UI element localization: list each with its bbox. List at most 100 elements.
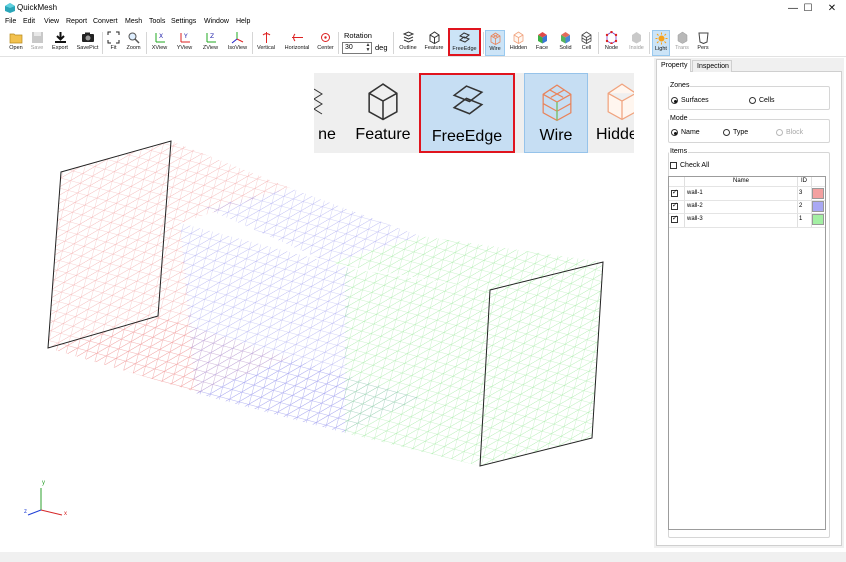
camera-icon bbox=[81, 32, 94, 42]
fit-icon bbox=[107, 31, 120, 44]
row-checkbox[interactable] bbox=[671, 201, 678, 210]
menu-bar: File Edit View Report Convert Mesh Tools… bbox=[0, 17, 846, 29]
menu-report[interactable]: Report bbox=[66, 18, 87, 25]
status-bar bbox=[0, 552, 846, 562]
savepict-button[interactable]: SavePict bbox=[74, 30, 101, 56]
menu-mesh[interactable]: Mesh bbox=[125, 18, 142, 25]
tab-inspection[interactable]: Inspection bbox=[692, 60, 732, 72]
horizontal-button[interactable]: Horizontal bbox=[282, 30, 312, 56]
menu-edit[interactable]: Edit bbox=[23, 18, 35, 25]
mode-block-radio[interactable] bbox=[776, 129, 783, 136]
axes-triad bbox=[27, 488, 63, 516]
download-icon bbox=[54, 32, 66, 43]
toolbar-separator bbox=[598, 32, 599, 54]
cell-cube-icon bbox=[581, 31, 592, 44]
rotation-stepper[interactable]: ▲ ▼ bbox=[365, 43, 371, 53]
items-table bbox=[668, 176, 826, 530]
wire-cube-icon bbox=[542, 84, 572, 122]
cell-button[interactable]: Cell bbox=[578, 30, 595, 56]
hidden-button[interactable]: Hidden bbox=[507, 30, 530, 56]
toolbar-separator bbox=[146, 32, 147, 54]
zview-button[interactable]: Z ZView bbox=[200, 30, 221, 56]
callout-outline-partial: ne bbox=[314, 73, 340, 153]
magnifier-icon bbox=[128, 32, 140, 44]
center-button[interactable]: Center bbox=[315, 30, 336, 56]
column-header-name: Name bbox=[733, 178, 750, 184]
table-row-divider bbox=[669, 186, 825, 187]
z-axis-view-icon: Z bbox=[206, 33, 216, 43]
isoview-button[interactable]: IsoView bbox=[225, 30, 250, 56]
light-button[interactable]: Light bbox=[652, 30, 670, 56]
table-column-divider bbox=[797, 177, 798, 227]
xview-button[interactable]: X XView bbox=[149, 30, 170, 56]
cube-feature-icon bbox=[368, 83, 398, 121]
face-button[interactable]: Face bbox=[533, 30, 551, 56]
cells-radio[interactable] bbox=[749, 97, 756, 104]
sun-light-icon bbox=[655, 32, 667, 45]
inside-button[interactable]: Inside bbox=[626, 30, 647, 56]
vertical-button[interactable]: Vertical bbox=[254, 30, 278, 56]
iso-axes-icon bbox=[231, 32, 244, 44]
target-center-icon bbox=[321, 33, 330, 42]
table-row-divider bbox=[669, 213, 825, 214]
mode-name-radio[interactable] bbox=[671, 129, 678, 136]
save-button[interactable]: Save bbox=[28, 30, 46, 56]
pers-button[interactable]: Pers bbox=[694, 30, 712, 56]
close-button[interactable]: ✕ bbox=[818, 0, 846, 17]
cells-label: Cells bbox=[759, 97, 775, 104]
row-name: wall-1 bbox=[687, 190, 703, 196]
menu-file[interactable]: File bbox=[5, 18, 16, 25]
svg-text:X: X bbox=[159, 33, 163, 40]
fit-button[interactable]: Fit bbox=[106, 30, 121, 56]
free-edge-icon bbox=[458, 32, 471, 43]
toolbar-separator bbox=[649, 32, 650, 54]
solid-button[interactable]: Solid bbox=[556, 30, 575, 56]
toolbar-separator bbox=[483, 32, 484, 54]
node-button[interactable]: Node bbox=[601, 30, 622, 56]
menu-settings[interactable]: Settings bbox=[171, 18, 196, 25]
zones-group-title: Zones bbox=[669, 82, 691, 89]
column-header-id: ID bbox=[801, 178, 807, 184]
row-checkbox[interactable] bbox=[671, 214, 678, 223]
free-edge-icon bbox=[452, 85, 484, 115]
row-checkbox[interactable] bbox=[671, 188, 678, 197]
zoom-button[interactable]: Zoom bbox=[124, 30, 143, 56]
outline-icon bbox=[314, 88, 323, 115]
surfaces-radio[interactable] bbox=[671, 97, 678, 104]
feature-button[interactable]: Feature bbox=[422, 30, 446, 56]
freeedge-button[interactable]: FreeEdge bbox=[448, 28, 481, 56]
export-button[interactable]: Export bbox=[49, 30, 71, 56]
surfaces-label: Surfaces bbox=[681, 97, 709, 104]
callout-feature: Feature bbox=[348, 73, 418, 153]
menu-tools[interactable]: Tools bbox=[149, 18, 165, 25]
wall-3-side-face bbox=[480, 262, 603, 466]
wire-button[interactable]: Wire bbox=[485, 30, 505, 56]
menu-help[interactable]: Help bbox=[236, 18, 250, 25]
y-axis-label: y bbox=[42, 480, 45, 486]
callout-freeedge: FreeEdge bbox=[419, 73, 515, 153]
check-all-checkbox[interactable] bbox=[670, 162, 677, 169]
mode-type-radio[interactable] bbox=[723, 129, 730, 136]
trans-button[interactable]: Trans bbox=[672, 30, 692, 56]
yview-button[interactable]: Y YView bbox=[174, 30, 195, 56]
mode-name-label: Name bbox=[681, 129, 700, 136]
horizontal-flip-icon bbox=[291, 33, 303, 42]
table-row-divider bbox=[669, 200, 825, 201]
wire-cube-icon bbox=[490, 32, 500, 45]
folder-icon bbox=[9, 33, 23, 44]
row-color-swatch[interactable] bbox=[812, 188, 824, 199]
vertical-flip-icon bbox=[262, 32, 270, 43]
toolbar-separator bbox=[393, 32, 394, 54]
tab-property[interactable]: Property bbox=[656, 59, 691, 72]
open-button[interactable]: Open bbox=[6, 30, 26, 56]
svg-text:Y: Y bbox=[183, 33, 188, 40]
row-color-swatch[interactable] bbox=[812, 201, 824, 212]
floppy-icon bbox=[31, 32, 43, 43]
menu-convert[interactable]: Convert bbox=[93, 18, 118, 25]
menu-window[interactable]: Window bbox=[204, 18, 229, 25]
menu-view[interactable]: View bbox=[44, 18, 59, 25]
mode-type-label: Type bbox=[733, 129, 749, 136]
outline-button[interactable]: Outline bbox=[397, 30, 419, 56]
rotation-unit: deg bbox=[375, 43, 388, 52]
row-color-swatch[interactable] bbox=[812, 214, 824, 225]
